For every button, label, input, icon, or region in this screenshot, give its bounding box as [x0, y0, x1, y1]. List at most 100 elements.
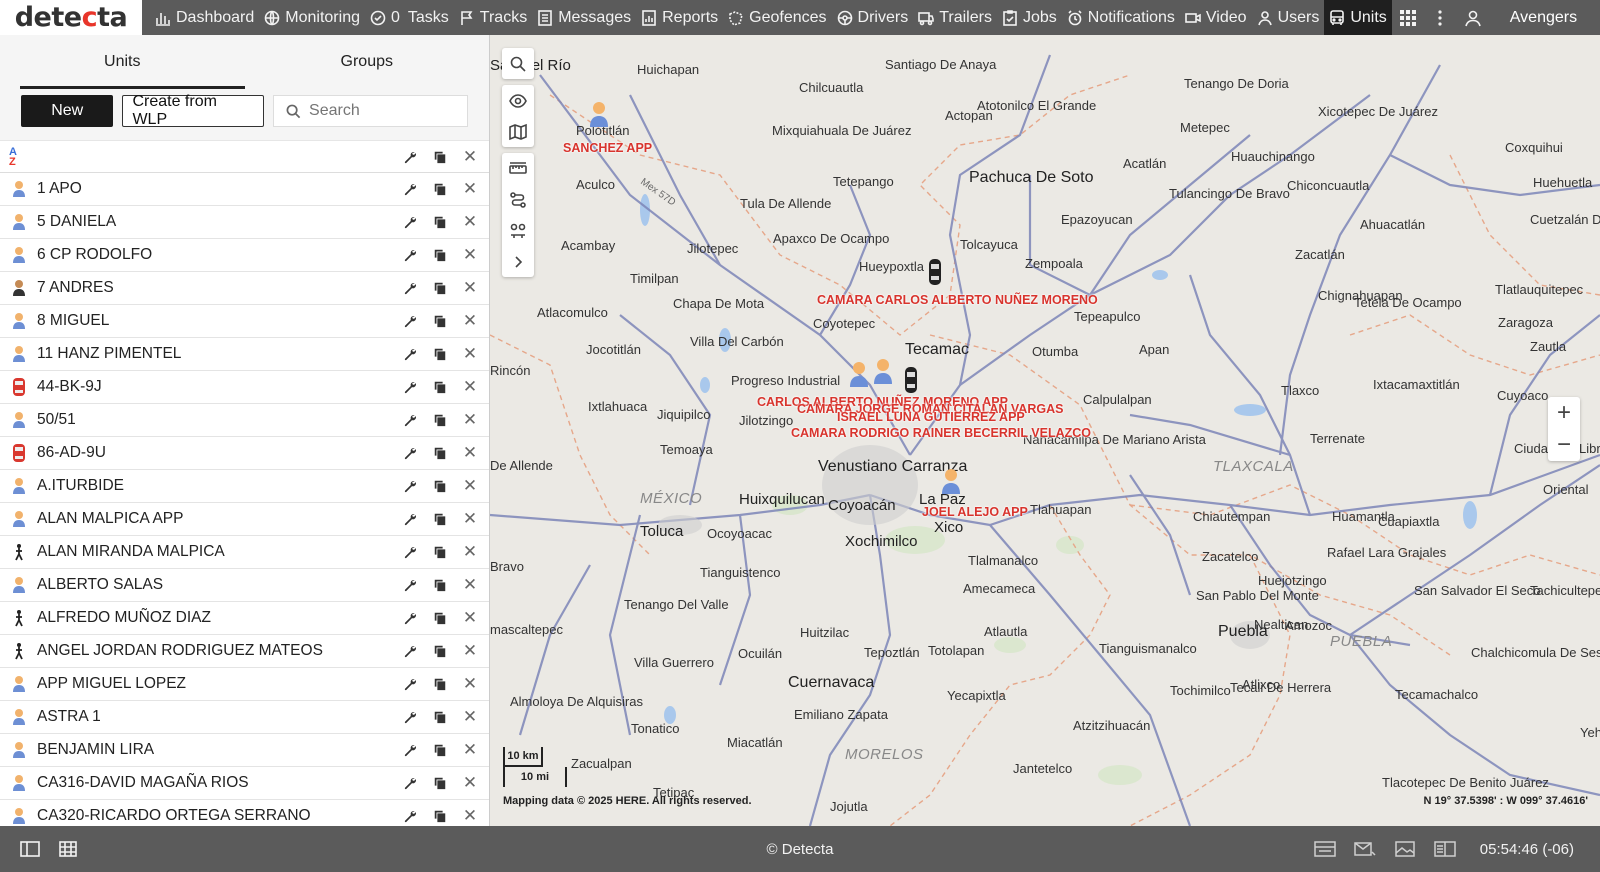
events-panel-icon[interactable]: [1314, 841, 1336, 857]
unit-properties-wrench-icon[interactable]: [395, 611, 425, 625]
sort-az-icon[interactable]: AZ: [9, 146, 17, 167]
unit-delete-icon[interactable]: ✕: [455, 773, 485, 793]
unit-properties-wrench-icon[interactable]: [395, 182, 425, 196]
unit-row[interactable]: ANGEL JORDAN RODRIGUEZ MATEOS ✕: [0, 635, 489, 668]
nav-video[interactable]: Video: [1180, 0, 1252, 35]
unit-delete-icon[interactable]: ✕: [455, 641, 485, 661]
new-unit-button[interactable]: New: [21, 95, 114, 127]
bulk-properties-wrench-icon[interactable]: [395, 150, 425, 164]
nav-geofences[interactable]: Geofences: [723, 0, 831, 35]
unit-row[interactable]: 6 CP RODOLFO ✕: [0, 239, 489, 272]
route-button[interactable]: [502, 184, 534, 215]
unit-properties-wrench-icon[interactable]: [395, 347, 425, 361]
unit-properties-wrench-icon[interactable]: [395, 644, 425, 658]
nav-messages[interactable]: Messages: [532, 0, 636, 35]
apps-grid-button[interactable]: [1392, 0, 1424, 35]
unit-copy-icon[interactable]: [425, 281, 455, 295]
unit-delete-icon[interactable]: ✕: [455, 740, 485, 760]
unit-copy-icon[interactable]: [425, 776, 455, 790]
unit-row[interactable]: ALAN MIRANDA MALPICA ✕: [0, 536, 489, 569]
unit-properties-wrench-icon[interactable]: [395, 578, 425, 592]
unit-delete-icon[interactable]: ✕: [455, 443, 485, 463]
unit-copy-icon[interactable]: [425, 479, 455, 493]
unit-copy-icon[interactable]: [425, 215, 455, 229]
unit-properties-wrench-icon[interactable]: [395, 446, 425, 460]
person-marker[interactable]: [940, 467, 962, 500]
nav-units[interactable]: Units: [1324, 0, 1392, 35]
unit-properties-wrench-icon[interactable]: [395, 743, 425, 757]
unit-row[interactable]: 86-AD-9U ✕: [0, 437, 489, 470]
unit-copy-icon[interactable]: [425, 545, 455, 559]
nav-dashboard[interactable]: Dashboard: [150, 0, 259, 35]
unit-delete-icon[interactable]: ✕: [455, 575, 485, 595]
unit-row[interactable]: CA320-RICARDO ORTEGA SERRANO ✕: [0, 800, 489, 826]
nav-tasks[interactable]: 0 Tasks: [365, 0, 454, 35]
unit-copy-icon[interactable]: [425, 710, 455, 724]
unit-properties-wrench-icon[interactable]: [395, 479, 425, 493]
expand-tools-button[interactable]: [502, 246, 534, 277]
unit-delete-icon[interactable]: ✕: [455, 476, 485, 496]
unit-copy-icon[interactable]: [425, 446, 455, 460]
unit-delete-icon[interactable]: ✕: [455, 707, 485, 727]
unit-copy-icon[interactable]: [425, 809, 455, 823]
map-unit-label[interactable]: SANCHEZ APP: [563, 141, 652, 155]
car-marker[interactable]: [927, 257, 943, 292]
unit-properties-wrench-icon[interactable]: [395, 215, 425, 229]
tab-units[interactable]: Units: [0, 35, 245, 89]
detecta-logo[interactable]: dete c ta: [0, 0, 142, 35]
unit-properties-wrench-icon[interactable]: [395, 776, 425, 790]
bulk-delete-icon[interactable]: ✕: [455, 147, 485, 167]
unit-copy-icon[interactable]: [425, 611, 455, 625]
unit-delete-icon[interactable]: ✕: [455, 377, 485, 397]
unit-delete-icon[interactable]: ✕: [455, 179, 485, 199]
nav-monitoring[interactable]: Monitoring: [259, 0, 365, 35]
nav-users[interactable]: Users: [1252, 0, 1325, 35]
nav-tracks[interactable]: Tracks: [454, 0, 532, 35]
unit-delete-icon[interactable]: ✕: [455, 344, 485, 364]
unit-properties-wrench-icon[interactable]: [395, 314, 425, 328]
map-unit-label[interactable]: CAMARA RODRIGO RAINER BECERRIL VELAZCO: [791, 426, 1091, 440]
unit-row[interactable]: 11 HANZ PIMENTEL ✕: [0, 338, 489, 371]
person-marker[interactable]: [848, 360, 870, 393]
unit-properties-wrench-icon[interactable]: [395, 380, 425, 394]
unit-row[interactable]: 7 ANDRES ✕: [0, 272, 489, 305]
unit-row[interactable]: ALAN MALPICA APP ✕: [0, 503, 489, 536]
unit-delete-icon[interactable]: ✕: [455, 278, 485, 298]
unit-row[interactable]: ASTRA 1 ✕: [0, 701, 489, 734]
unit-row[interactable]: 50/51 ✕: [0, 404, 489, 437]
unit-copy-icon[interactable]: [425, 413, 455, 427]
map-layers-button[interactable]: [502, 116, 534, 147]
nav-reports[interactable]: Reports: [636, 0, 723, 35]
unit-copy-icon[interactable]: [425, 743, 455, 757]
bulk-copy-icon[interactable]: [425, 150, 455, 164]
unit-properties-wrench-icon[interactable]: [395, 512, 425, 526]
tab-groups[interactable]: Groups: [245, 35, 490, 89]
measure-ruler-button[interactable]: [502, 153, 534, 184]
unit-copy-icon[interactable]: [425, 182, 455, 196]
unit-copy-icon[interactable]: [425, 314, 455, 328]
nav-jobs[interactable]: Jobs: [997, 0, 1062, 35]
unit-copy-icon[interactable]: [425, 380, 455, 394]
unit-delete-icon[interactable]: ✕: [455, 542, 485, 562]
unit-row[interactable]: CA316-DAVID MAGAÑA RIOS ✕: [0, 767, 489, 800]
unit-row[interactable]: A.ITURBIDE ✕: [0, 470, 489, 503]
unit-properties-wrench-icon[interactable]: [395, 545, 425, 559]
unit-copy-icon[interactable]: [425, 347, 455, 361]
search-input[interactable]: [309, 102, 460, 120]
nav-trailers[interactable]: Trailers: [913, 0, 997, 35]
unit-delete-icon[interactable]: ✕: [455, 806, 485, 826]
unit-properties-wrench-icon[interactable]: [395, 677, 425, 691]
map-unit-label[interactable]: ISRAEL LUNA GUTIERREZ APP: [837, 410, 1025, 424]
unit-delete-icon[interactable]: ✕: [455, 245, 485, 265]
unit-properties-wrench-icon[interactable]: [395, 710, 425, 724]
unit-delete-icon[interactable]: ✕: [455, 509, 485, 529]
unit-row[interactable]: 5 DANIELA ✕: [0, 206, 489, 239]
unit-row[interactable]: BENJAMIN LIRA ✕: [0, 734, 489, 767]
unit-copy-icon[interactable]: [425, 644, 455, 658]
map-search-button[interactable]: [502, 48, 534, 79]
unit-properties-wrench-icon[interactable]: [395, 413, 425, 427]
unit-delete-icon[interactable]: ✕: [455, 410, 485, 430]
unit-row[interactable]: 8 MIGUEL ✕: [0, 305, 489, 338]
nav-drivers[interactable]: Drivers: [832, 0, 914, 35]
unit-properties-wrench-icon[interactable]: [395, 809, 425, 823]
